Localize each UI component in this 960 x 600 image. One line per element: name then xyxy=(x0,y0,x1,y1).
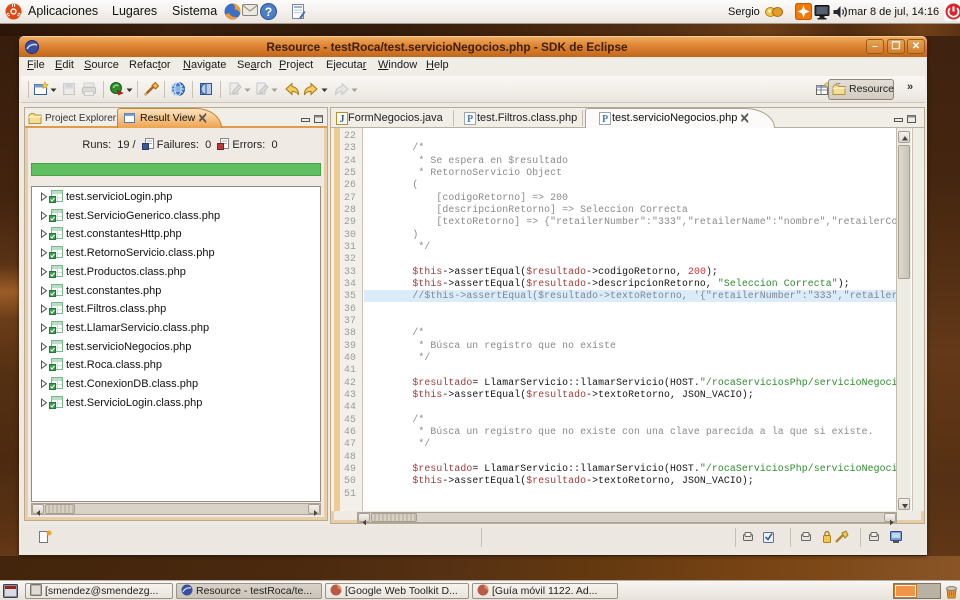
svg-text:?: ? xyxy=(265,5,272,19)
svg-text:P: P xyxy=(602,114,608,125)
svg-text:J: J xyxy=(340,114,345,125)
svg-text:P: P xyxy=(467,114,473,125)
